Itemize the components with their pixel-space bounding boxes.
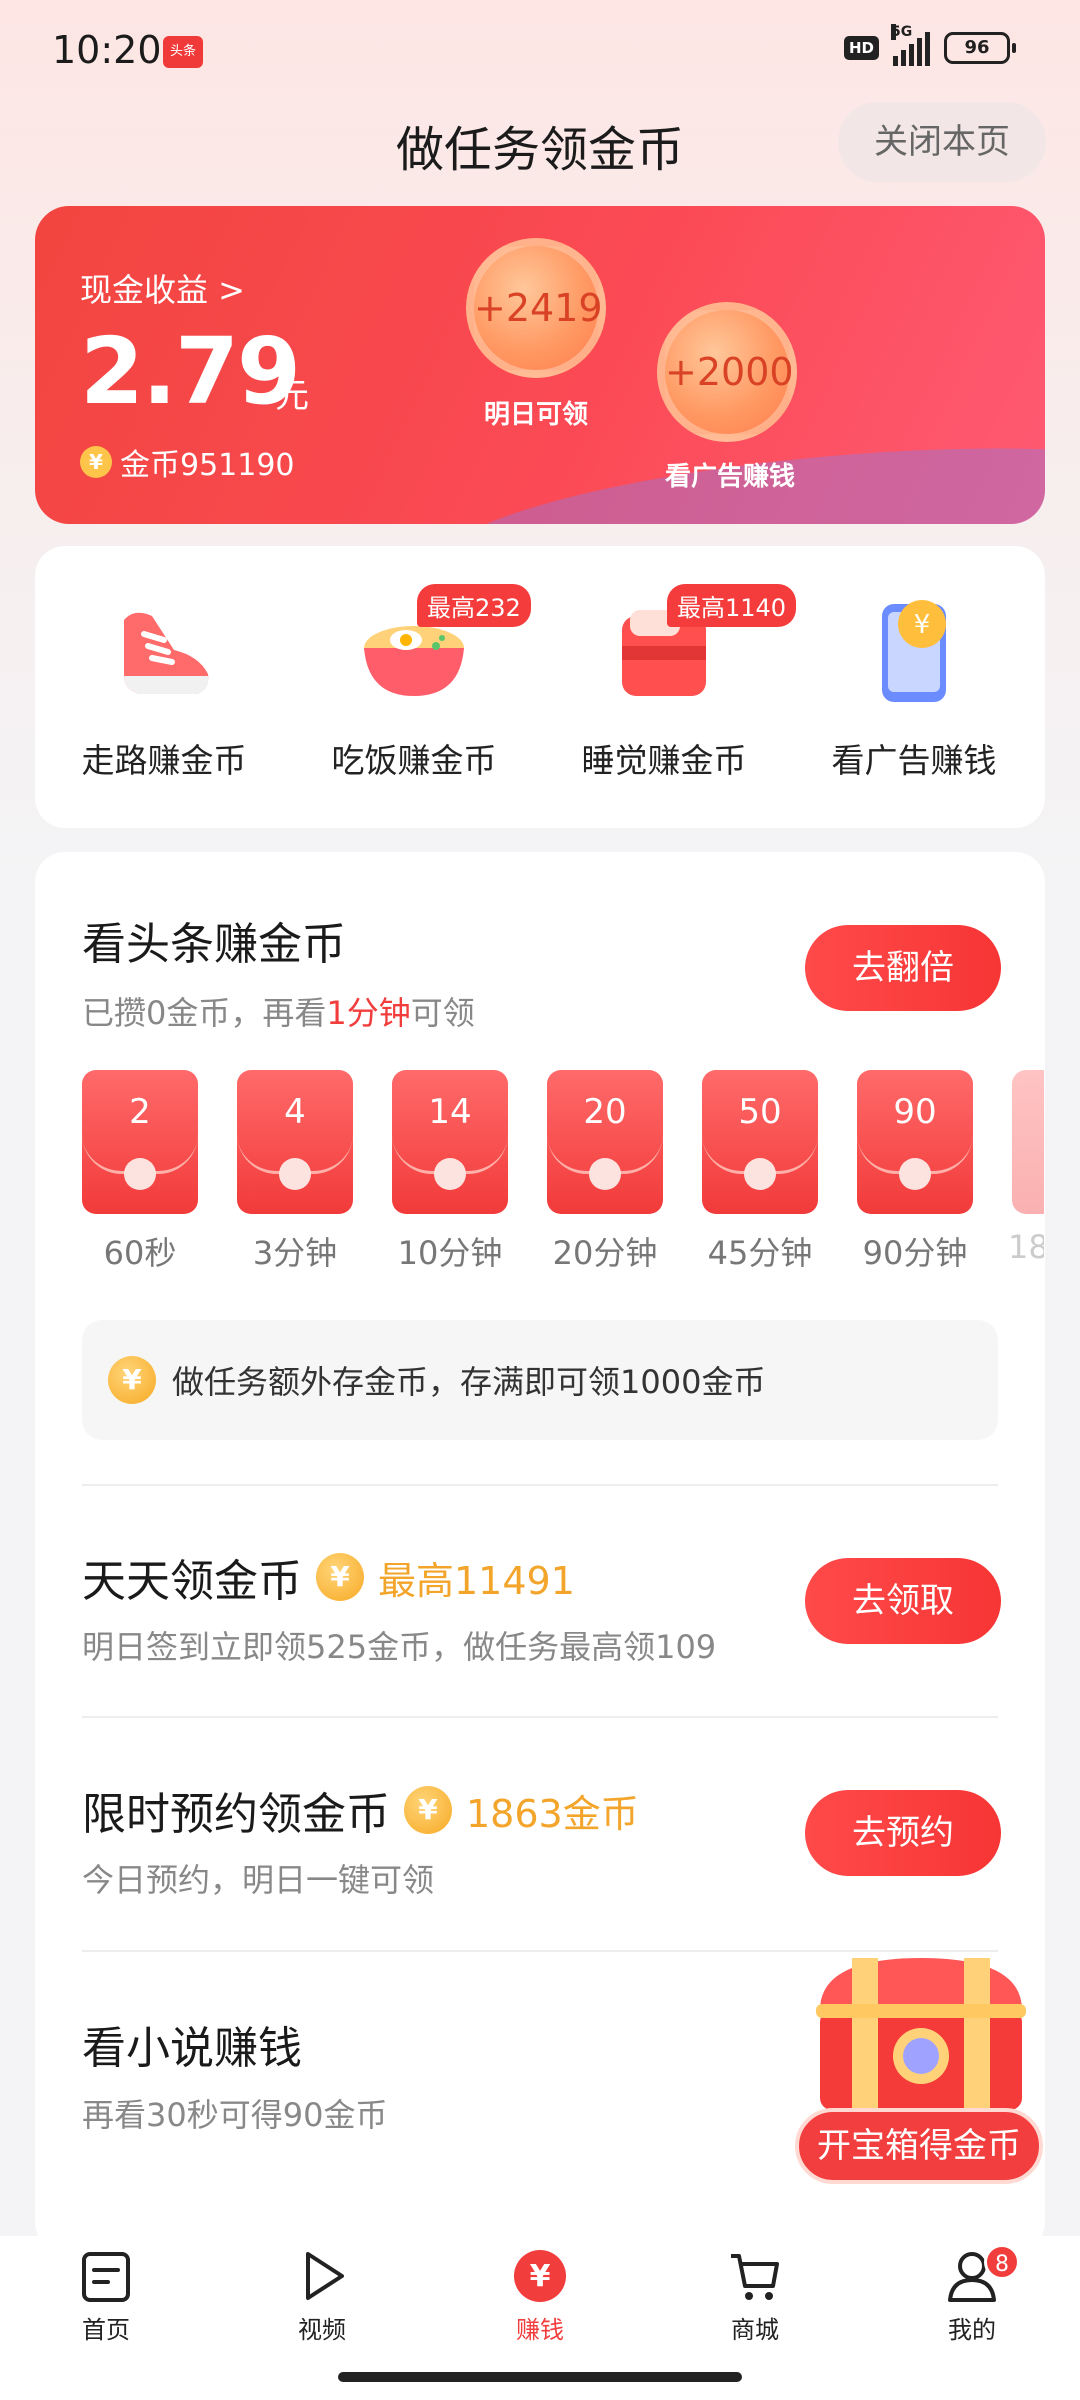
quick-task-walk[interactable]: 走路赚金币 [39,590,289,782]
claim-button[interactable]: 去领取 [805,1558,1001,1644]
quick-task-label: 睡觉赚金币 [581,741,747,780]
read-task-sub: 已攒0金币，再看1分钟可领 [82,994,475,1032]
quick-task-label: 吃饭赚金币 [331,741,497,780]
ad-label: 看广告赚钱 [664,462,795,492]
coin-icon: ¥ [80,446,112,478]
coin-icon: ¥ [404,1786,452,1834]
cash-unit: 元 [275,376,309,416]
nav-earn[interactable]: ¥ 赚钱 [480,2248,600,2345]
tomorrow-label: 明日可领 [483,400,588,430]
nav-mall[interactable]: 商城 [695,2248,815,2345]
reserve-task-highlight: 1863金币 [466,1791,639,1836]
envelope-label: 10分钟 [397,1234,503,1272]
nav-label: 视频 [298,2316,346,2344]
reward-envelope[interactable]: 2 [82,1070,198,1214]
envelope-label: 60秒 [103,1234,177,1272]
reward-envelope[interactable]: 14 [392,1070,508,1214]
status-time: 10:20 [52,28,162,72]
envelope-label: 45分钟 [707,1234,813,1272]
reserve-task-header: 限时预约领金币 ¥ 1863金币 [82,1778,639,1842]
coin-balance-label: 金币951190 [120,448,295,483]
envelope-label: 20分钟 [552,1234,658,1272]
signal-icon: 5G [891,24,930,66]
app-badge-icon: 头条 [163,36,203,68]
nav-home[interactable]: 首页 [46,2248,166,2345]
home-icon [82,2252,130,2302]
nav-label: 首页 [82,2316,130,2344]
nav-me[interactable]: 我的 8 [912,2244,1032,2345]
play-icon [306,2252,344,2300]
hd-icon: HD [843,36,879,60]
cash-amount: 2.79 [80,318,301,425]
divider [82,1716,998,1718]
novel-task-sub: 再看30秒可得90金币 [82,2096,388,2134]
status-icons: HD 5G 96 [843,24,1016,66]
treasure-chest-icon[interactable] [806,1950,1036,2124]
tip-text: 做任务额外存金币，存满即可领1000金币 [172,1363,766,1401]
daily-task-highlight: 最高11491 [378,1558,575,1603]
envelope-label: 3分钟 [252,1234,338,1272]
envelope-label: 18 [1008,1228,1044,1266]
sneaker-icon [104,590,224,710]
envelope-label: 90分钟 [862,1234,968,1272]
svg-text:¥: ¥ [530,2259,551,2294]
cart-icon [731,2254,779,2300]
ad-bubble[interactable]: +2000 [657,302,797,442]
quick-task-ads[interactable]: ¥ 看广告赚钱 [789,590,1039,782]
divider [82,1484,998,1486]
nav-label: 我的 [948,2316,996,2344]
daily-task-title: 天天领金币 [82,1556,302,1607]
nav-label: 商城 [731,2316,779,2344]
novel-task-title: 看小说赚钱 [82,2023,302,2074]
quick-task-eat[interactable]: 最高232 吃饭赚金币 [289,584,539,782]
eat-max-tag: 最高232 [417,584,531,627]
reward-envelope[interactable]: 4 [237,1070,353,1214]
reserve-task-title: 限时预约领金币 [82,1789,390,1840]
reward-envelope[interactable] [1012,1070,1044,1214]
coin-balance[interactable]: ¥ 金币951190 [80,440,295,484]
coin-icon: ¥ [316,1553,364,1601]
reserve-task-sub: 今日预约，明日一键可领 [82,1861,435,1899]
close-page-button[interactable]: 关闭本页 [838,102,1046,182]
quick-task-sleep[interactable]: 最高1140 睡觉赚金币 [539,584,797,782]
phone-coin-icon: ¥ [854,590,974,710]
nav-video[interactable]: 视频 [262,2248,382,2345]
yuan-icon: ¥ [514,2250,566,2302]
reward-envelope[interactable]: 90 [857,1070,973,1214]
coin-icon: ¥ [108,1356,156,1404]
cash-earnings-link[interactable]: 现金收益 > [80,265,245,311]
home-indicator[interactable] [338,2372,742,2382]
daily-task-sub: 明日签到立即领525金币，做任务最高领109 [82,1628,717,1666]
battery-icon: 96 [944,32,1016,64]
read-task-title: 看头条赚金币 [82,919,346,970]
nav-label: 赚钱 [516,2316,564,2344]
svg-text:¥: ¥ [914,610,931,640]
open-treasure-button[interactable]: 开宝箱得金币 [795,2108,1043,2184]
double-button[interactable]: 去翻倍 [805,925,1001,1011]
quick-task-label: 看广告赚钱 [831,741,997,780]
tomorrow-bubble[interactable]: +2419 [466,238,606,378]
reward-envelope[interactable]: 50 [702,1070,818,1214]
reward-envelope[interactable]: 20 [547,1070,663,1214]
reserve-button[interactable]: 去预约 [805,1790,1001,1876]
notification-badge: 8 [984,2244,1020,2280]
daily-task-header: 天天领金币 ¥ 最高11491 [82,1545,575,1609]
sleep-max-tag: 最高1140 [667,584,797,627]
quick-task-label: 走路赚金币 [81,741,247,780]
